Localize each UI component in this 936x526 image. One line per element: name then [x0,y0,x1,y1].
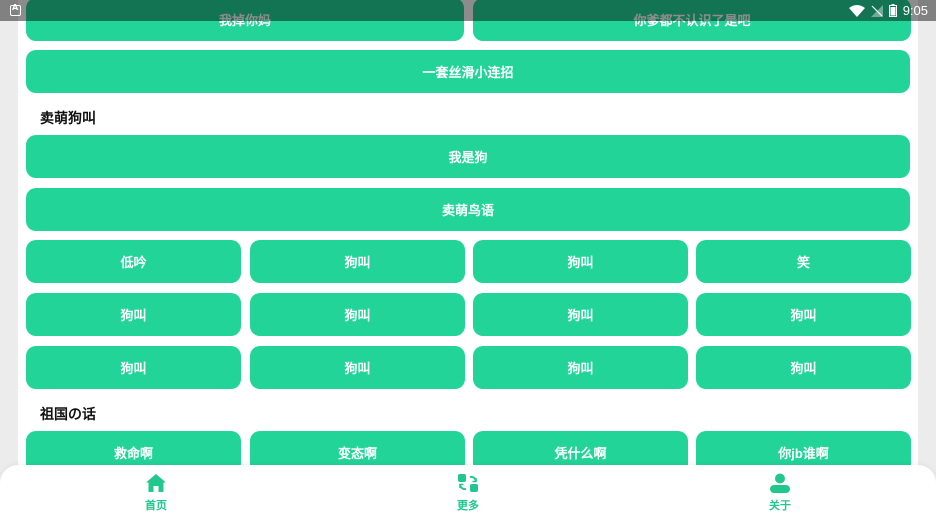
home-icon [146,474,166,492]
sound-button[interactable]: 狗叫 [473,346,688,389]
status-time: 9:05 [902,3,928,18]
sound-button[interactable]: 狗叫 [696,346,911,389]
tab-label: 首页 [145,499,167,512]
sound-button[interactable]: 狗叫 [473,240,688,283]
tab-more[interactable]: 更多 [428,473,508,521]
more-icon [458,474,478,492]
tab-home[interactable]: 首页 [116,473,196,521]
sound-button[interactable]: 狗叫 [250,240,465,283]
sound-button[interactable]: 狗叫 [473,293,688,336]
person-icon [770,473,790,493]
sound-button[interactable]: 狗叫 [696,293,911,336]
sound-button[interactable]: 笑 [696,240,911,283]
signal-off-icon [870,4,883,17]
bottom-tab-bar: 首页 更多 关于 [0,465,936,526]
battery-icon [888,4,897,17]
tab-label: 关于 [769,499,791,512]
app-notification-icon: A [10,3,21,16]
tab-about[interactable]: 关于 [740,473,820,521]
sound-button[interactable]: 狗叫 [250,346,465,389]
tab-label: 更多 [457,499,479,512]
status-bar: A 9:05 [0,0,936,21]
sound-button[interactable]: 狗叫 [26,293,241,336]
status-icons: 9:05 [848,2,928,19]
wifi-icon [848,4,865,17]
sound-button[interactable]: 狗叫 [250,293,465,336]
sound-button[interactable]: 狗叫 [26,346,241,389]
section-title: 卖萌狗叫 [40,111,96,127]
wide-sound-button[interactable]: 卖萌鸟语 [26,188,910,231]
wide-sound-button[interactable]: 我是狗 [26,135,910,178]
section-title: 祖国の话 [40,407,96,423]
combo-button[interactable]: 一套丝滑小连招 [26,50,910,93]
sound-button[interactable]: 低吟 [26,240,241,283]
